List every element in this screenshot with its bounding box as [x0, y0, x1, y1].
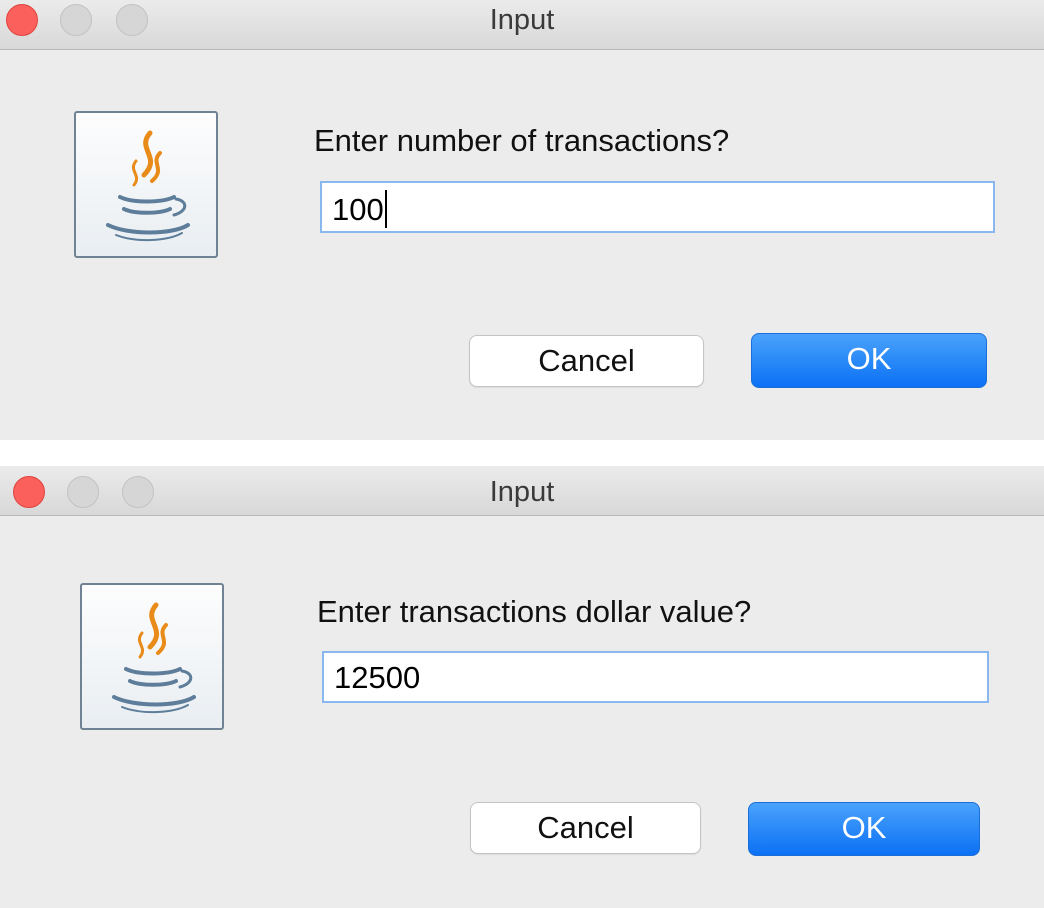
- window-title: Input: [489, 4, 555, 36]
- input-value: 12500: [334, 660, 421, 695]
- title-bar[interactable]: Input: [0, 0, 1044, 50]
- title-bar[interactable]: Input: [0, 466, 1044, 516]
- java-logo-icon: [80, 583, 224, 730]
- input-dialog-dollar-value: Input Enter transactions dollar value? 1…: [0, 466, 1044, 908]
- input-dialog-transactions: Input Enter number of transactions? 100 …: [0, 0, 1044, 440]
- text-caret: [384, 190, 387, 228]
- prompt-label: Enter number of transactions?: [314, 123, 730, 158]
- dollar-value-input[interactable]: 12500: [322, 651, 989, 703]
- transactions-count-input[interactable]: 100: [320, 181, 995, 233]
- prompt-label: Enter transactions dollar value?: [317, 594, 752, 629]
- cancel-button[interactable]: Cancel: [470, 802, 701, 854]
- ok-button[interactable]: OK: [751, 333, 987, 388]
- cancel-button[interactable]: Cancel: [469, 335, 704, 387]
- ok-button[interactable]: OK: [748, 802, 980, 856]
- input-value: 100: [332, 192, 384, 227]
- window-title: Input: [489, 476, 555, 508]
- java-logo-icon: [74, 111, 218, 258]
